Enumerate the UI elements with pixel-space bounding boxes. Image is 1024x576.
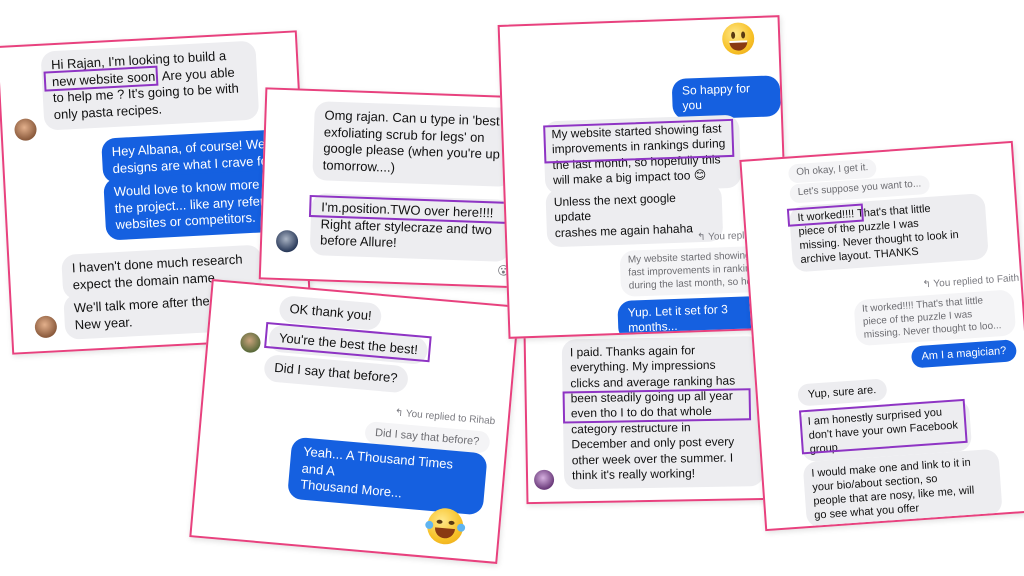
- highlight-box: [543, 118, 735, 164]
- message-bubble: Yup, sure are.: [797, 378, 887, 407]
- message-bubble: So happy for you: [671, 75, 781, 120]
- replied-label-text: You replied to Faith: [933, 272, 1020, 290]
- reply-arrow-icon: ↰: [696, 231, 709, 244]
- avatar: [34, 315, 58, 339]
- message-bubble: Am I a magician?: [910, 339, 1018, 369]
- avatar: [239, 331, 262, 354]
- message-bubble: It worked!!!! That's that little piece o…: [788, 193, 989, 273]
- message-bubble: Omg rajan. Can u type in 'best exfoliati…: [312, 101, 515, 187]
- avatar: [275, 229, 299, 253]
- message-bubble: I would make one and link to it in your …: [802, 448, 1003, 529]
- chat-card-paid: I paid. Thanks again for everything. My …: [523, 327, 773, 505]
- replied-label: ↰ You replied to Faith: [922, 273, 1019, 291]
- chat-card-exfoliating: Omg rajan. Can u type in 'best exfoliati…: [258, 87, 535, 289]
- reply-arrow-icon: ↰: [922, 278, 934, 291]
- quoted-message: It worked!!!! That's that little piece o…: [853, 289, 1017, 347]
- grinning-emoji: [721, 22, 755, 56]
- avatar: [13, 118, 38, 142]
- replied-label-text: You replied to Rihab: [405, 408, 496, 428]
- chat-card-faith: Oh okay, I get it. Let's suppose you wan…: [739, 140, 1024, 532]
- chat-card-rihab: OK thank you! You're the best the best! …: [189, 279, 520, 564]
- highlight-box: [562, 388, 752, 424]
- avatar: [533, 469, 555, 490]
